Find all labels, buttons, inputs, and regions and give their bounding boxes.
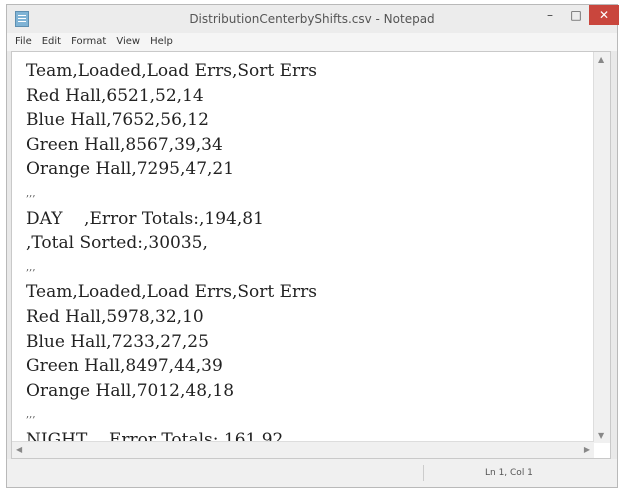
- menu-edit[interactable]: Edit: [37, 33, 66, 51]
- menu-view[interactable]: View: [111, 33, 145, 51]
- text-line: Green Hall,8567,39,34: [26, 134, 223, 155]
- text-line: ,Total Sorted:,30035,: [26, 233, 208, 254]
- window-title: DistributionCenterbyShifts.csv - Notepad: [189, 12, 435, 26]
- scroll-down-icon[interactable]: ▼: [598, 431, 604, 440]
- text-editor[interactable]: Team,Loaded,Load Errs,Sort Errs Red Hall…: [11, 51, 611, 459]
- text-line: Orange Hall,7295,47,21: [26, 159, 235, 180]
- text-line: Red Hall,6521,52,14: [26, 85, 204, 106]
- menu-bar: File Edit Format View Help: [7, 33, 617, 51]
- minimize-button[interactable]: –: [537, 5, 563, 25]
- status-divider: [423, 465, 424, 481]
- text-line: Team,Loaded,Load Errs,Sort Errs: [26, 61, 317, 81]
- text-line: Orange Hall,7012,48,18: [26, 380, 235, 401]
- editor-content[interactable]: Team,Loaded,Load Errs,Sort Errs Red Hall…: [26, 59, 590, 453]
- text-line: Blue Hall,7233,27,25: [26, 331, 209, 352]
- menu-format[interactable]: Format: [66, 33, 111, 51]
- menu-help[interactable]: Help: [145, 33, 178, 51]
- cursor-position: Ln 1, Col 1: [485, 468, 533, 478]
- scroll-up-icon[interactable]: ▲: [598, 55, 604, 64]
- scroll-right-icon[interactable]: ▶: [584, 445, 590, 454]
- title-bar[interactable]: DistributionCenterbyShifts.csv - Notepad…: [7, 5, 619, 33]
- close-button[interactable]: ✕: [589, 5, 619, 25]
- vertical-scrollbar[interactable]: ▲ ▼: [593, 52, 610, 443]
- scroll-left-icon[interactable]: ◀: [16, 445, 22, 454]
- text-line: Team,Loaded,Load Errs,Sort Errs: [26, 282, 317, 303]
- text-line: ,,,: [26, 409, 36, 421]
- horizontal-scrollbar[interactable]: ◀ ▶: [12, 441, 594, 458]
- text-line: Green Hall,8497,44,39: [26, 356, 223, 377]
- text-line: Blue Hall,7652,56,12: [26, 110, 209, 131]
- status-bar: Ln 1, Col 1: [7, 459, 617, 487]
- text-line: ,,,: [26, 187, 36, 199]
- maximize-button[interactable]: □: [563, 5, 589, 25]
- menu-file[interactable]: File: [7, 33, 37, 51]
- text-line: ,,,: [26, 261, 36, 273]
- text-line: Red Hall,5978,32,10: [26, 306, 204, 327]
- text-line: DAY ,Error Totals:,194,81: [26, 208, 264, 229]
- notepad-window: DistributionCenterbyShifts.csv - Notepad…: [6, 4, 619, 488]
